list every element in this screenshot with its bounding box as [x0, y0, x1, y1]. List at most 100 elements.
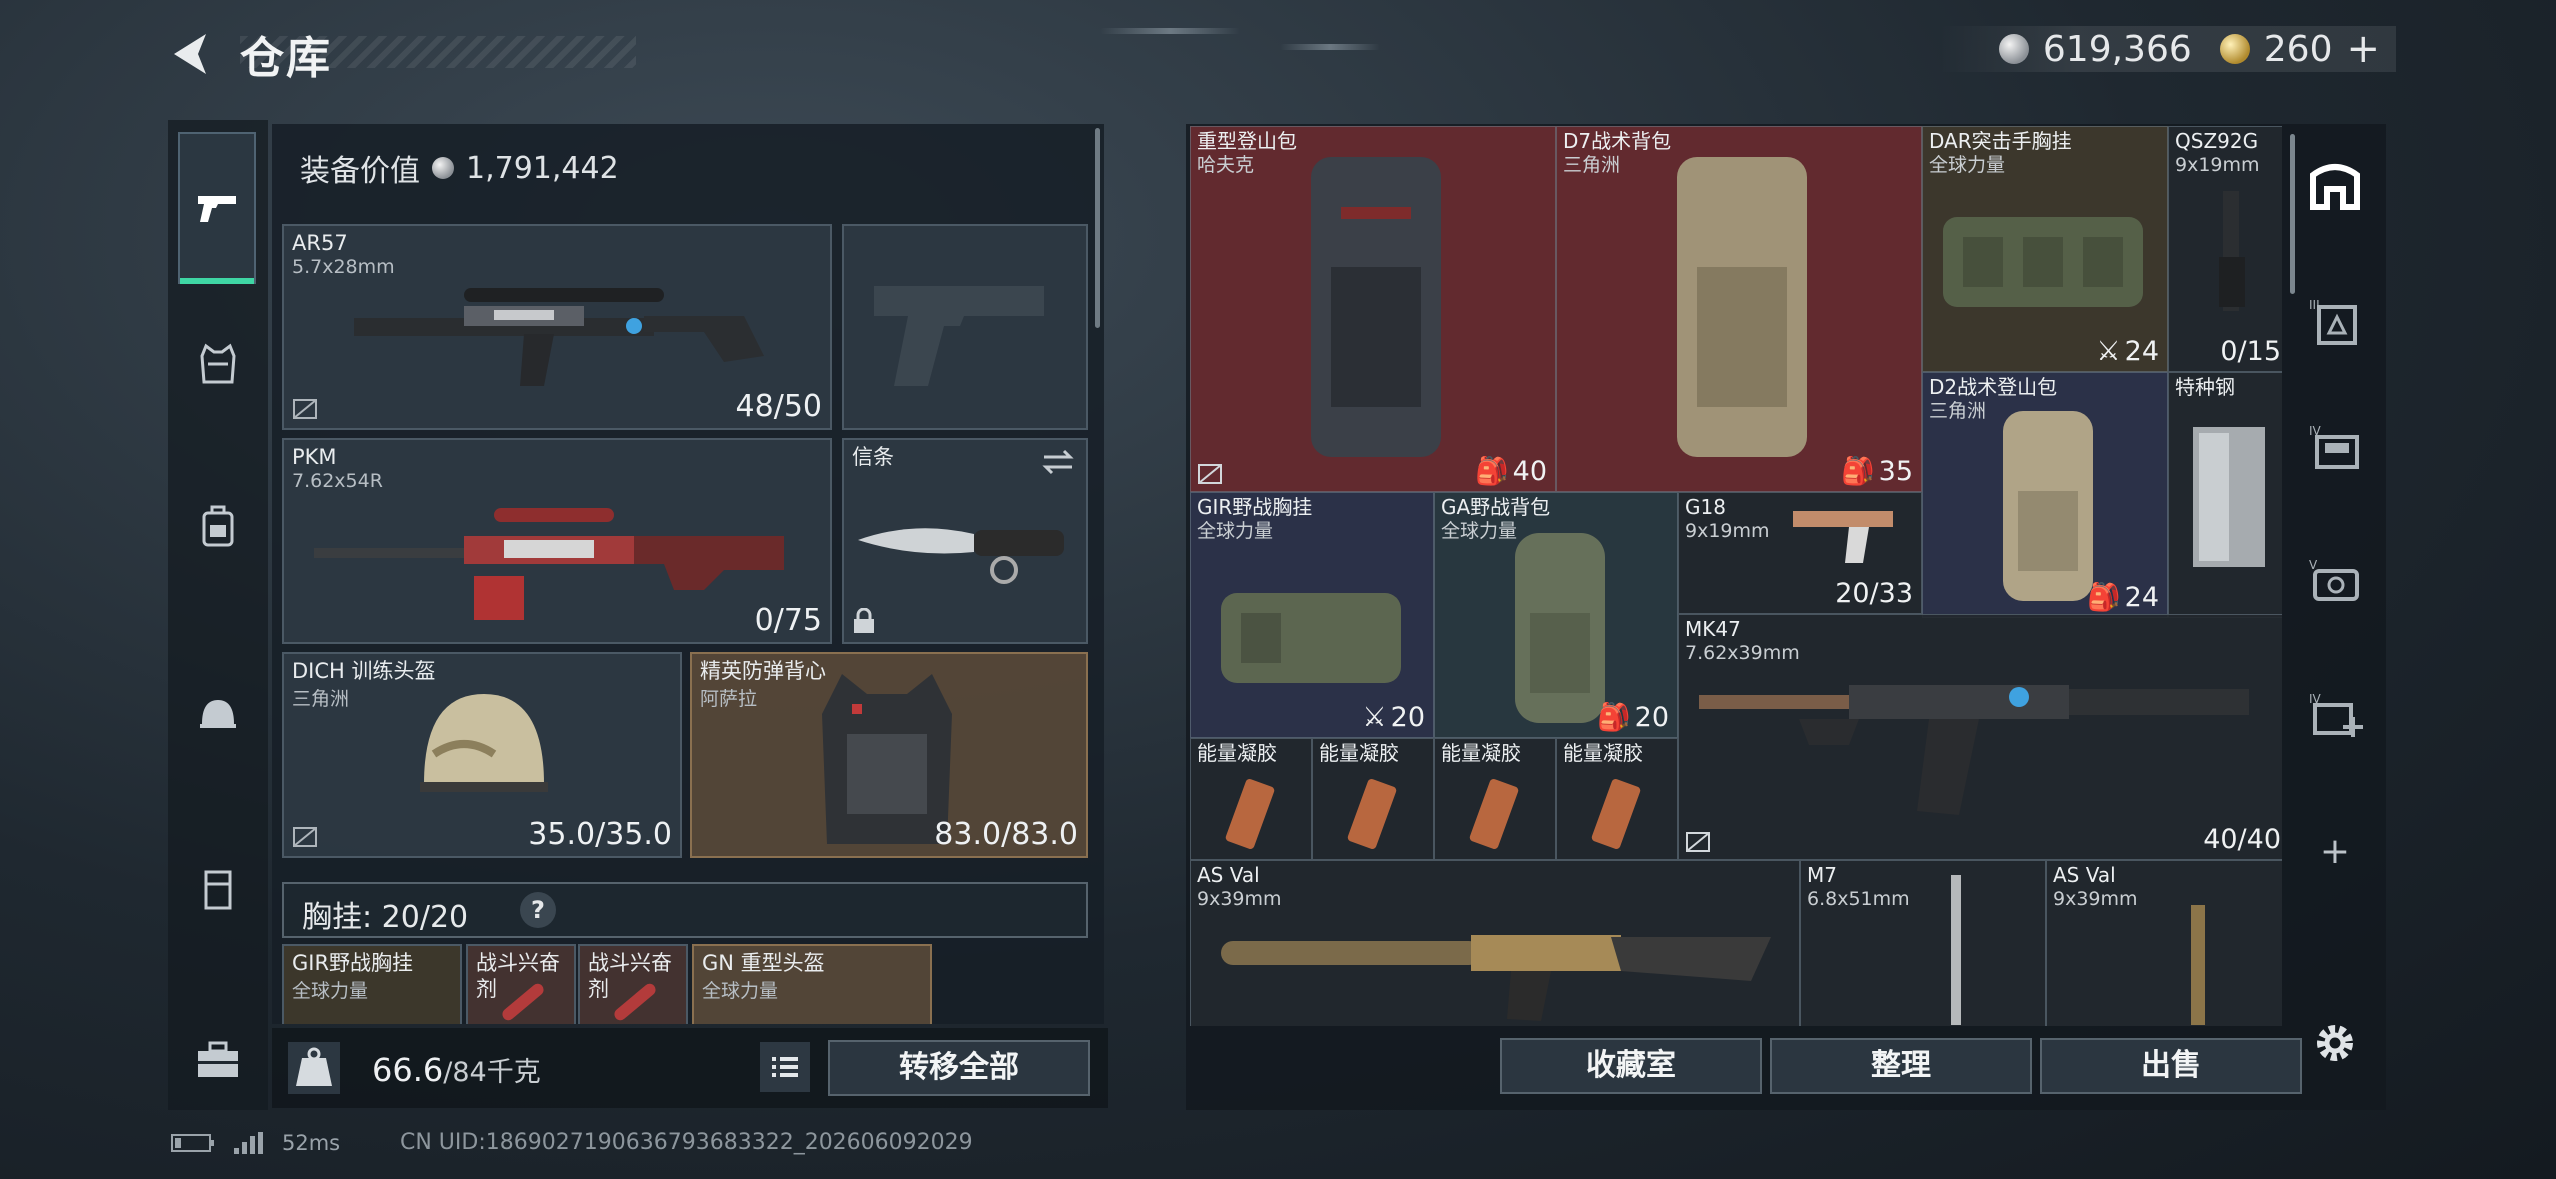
- tab-backpack[interactable]: [178, 486, 258, 566]
- stash-item[interactable]: 能量凝胶: [1190, 738, 1312, 860]
- stash-item[interactable]: G18 9x19mm 20/33: [1678, 492, 1922, 614]
- item-name: 精英防弹背心: [700, 659, 826, 683]
- item-name: G18: [1685, 495, 1726, 519]
- item-name: GIR野战胸挂: [292, 951, 414, 975]
- tab-stash-4[interactable]: IV: [2300, 412, 2370, 482]
- tab-stash-4-plus[interactable]: IV: [2300, 680, 2370, 750]
- backpack-image: [1311, 157, 1441, 457]
- stash-item[interactable]: 能量凝胶: [1434, 738, 1556, 860]
- settings-button[interactable]: [2300, 1008, 2370, 1078]
- current-weight: 66.6: [372, 1051, 444, 1089]
- tab-weapons[interactable]: [178, 132, 256, 284]
- ammo-count: 20/33: [1835, 578, 1913, 609]
- rifle-image: [1699, 685, 2249, 815]
- durability: 35.0/35.0: [528, 817, 672, 852]
- melee-slot[interactable]: 信条: [842, 438, 1088, 644]
- rig-item[interactable]: GIR野战胸挂 全球力量: [282, 944, 462, 1024]
- item-name: QSZ92G: [2175, 129, 2259, 153]
- silver-amount: 619,366: [2042, 28, 2192, 70]
- tab-stash-main[interactable]: [2300, 150, 2370, 220]
- sell-button[interactable]: 出售: [2040, 1038, 2302, 1094]
- toolbox-icon: [198, 1041, 238, 1077]
- stash-item[interactable]: AS Val 9x39mm: [2046, 860, 2282, 1026]
- stash-item[interactable]: M7 6.8x51mm: [1800, 860, 2046, 1026]
- user-id: CN UID:1869027190636793683322_2026060920…: [400, 1130, 973, 1155]
- back-button[interactable]: [166, 28, 214, 80]
- pistol-icon: [198, 196, 236, 222]
- capacity-value: 20: [1634, 701, 1669, 733]
- collection-button[interactable]: 收藏室: [1500, 1038, 1762, 1094]
- list-view-button[interactable]: [760, 1042, 810, 1092]
- item-origin: 全球力量: [702, 980, 779, 1002]
- item-name: AS Val: [1197, 863, 1260, 887]
- equipment-value-label: 装备价值: [300, 154, 420, 189]
- signal-icon: [234, 1132, 263, 1154]
- vest-capacity-icon: ⚔: [2096, 336, 2121, 367]
- scrollbar[interactable]: [1095, 128, 1100, 328]
- item-name: GA野战背包: [1441, 495, 1551, 519]
- backpack-image: [1677, 157, 1807, 457]
- chest-rig-label: 胸挂: 20/20: [302, 892, 468, 936]
- back-arrow-icon: [174, 34, 206, 74]
- tab-stash-5[interactable]: V: [2300, 546, 2370, 616]
- vest-icon: [200, 343, 236, 384]
- tab-stash-3[interactable]: III: [2300, 286, 2370, 356]
- item-name: AS Val: [2053, 863, 2116, 887]
- help-button[interactable]: ?: [520, 892, 556, 928]
- tab-toolbox[interactable]: [178, 1020, 258, 1100]
- stash-item[interactable]: 能量凝胶: [1312, 738, 1434, 860]
- ammo-count: 40/40: [2203, 824, 2281, 855]
- armor-slot[interactable]: 精英防弹背心 阿萨拉 83.0/83.0: [690, 652, 1088, 858]
- stash-item[interactable]: GA野战背包 全球力量 🎒 20: [1434, 492, 1678, 738]
- tab-helmet[interactable]: [178, 674, 258, 754]
- stash-item[interactable]: 重型登山包 哈夫克 🎒 40: [1190, 126, 1556, 492]
- swap-icon[interactable]: [1040, 448, 1076, 476]
- energy-gel-image: [1591, 778, 1641, 850]
- stash-item[interactable]: AS Val 9x39mm: [1190, 860, 1800, 1026]
- stash-item[interactable]: 能量凝胶: [1556, 738, 1678, 860]
- item-name: 特种钢: [2175, 375, 2235, 399]
- rig-item[interactable]: 战斗兴奋剂: [578, 944, 688, 1024]
- ammo-count: 48/50: [735, 389, 822, 424]
- capacity-value: 24: [2124, 336, 2159, 367]
- stash-item[interactable]: DAR突击手胸挂 全球力量 ⚔ 24: [1922, 126, 2168, 372]
- pistol-slot-empty[interactable]: [842, 224, 1088, 430]
- add-page-button[interactable]: +: [2300, 816, 2370, 886]
- capacity-value: 35: [1878, 455, 1913, 487]
- lock-icon: [854, 608, 874, 633]
- rig-item[interactable]: GN 重型头盔 全球力量: [692, 944, 932, 1024]
- add-currency-button[interactable]: +: [2346, 29, 2380, 69]
- stash-item[interactable]: GIR野战胸挂 全球力量 ⚔ 20: [1190, 492, 1434, 738]
- stash-icon: [2310, 164, 2360, 210]
- primary-weapon-slot[interactable]: AR57 5.7x28mm 48/50: [282, 224, 832, 430]
- page-title: 仓库: [240, 33, 332, 84]
- stash-item[interactable]: QSZ92G 9x19mm 0/15: [2168, 126, 2282, 372]
- transfer-all-button[interactable]: 转移全部: [828, 1040, 1090, 1096]
- chest-rig-image: [1943, 217, 2143, 307]
- equipment-value-amount: 1,791,442: [466, 150, 619, 186]
- item-caliber: 9x19mm: [2175, 154, 2260, 176]
- stash-item[interactable]: D7战术背包 三角洲 🎒 35: [1556, 126, 1922, 492]
- sort-button[interactable]: 整理: [1770, 1038, 2032, 1094]
- backpack-capacity-icon: 🎒: [1597, 702, 1631, 733]
- ammo-count: 0/75: [754, 603, 822, 638]
- tab-vest[interactable]: [178, 324, 258, 404]
- rig-item[interactable]: 战斗兴奋剂: [466, 944, 576, 1024]
- gold-amount: 260: [2263, 28, 2333, 70]
- item-name: AR57: [292, 231, 348, 255]
- stash-item[interactable]: 特种钢: [2168, 372, 2282, 618]
- capacity-count: 🎒 24: [2087, 581, 2159, 614]
- no-insure-icon: [1686, 832, 1710, 852]
- container-icon: IV: [2309, 424, 2359, 469]
- ping-value: 52ms: [282, 1131, 341, 1155]
- stash-item[interactable]: D2战术登山包 三角洲 🎒 24: [1922, 372, 2168, 618]
- list-icon: [772, 1057, 798, 1077]
- secondary-weapon-slot[interactable]: PKM 7.62x54R 0/75: [282, 438, 832, 644]
- no-insure-icon: [1198, 464, 1222, 484]
- helmet-slot[interactable]: DICH 训练头盔 三角洲 35.0/35.0: [282, 652, 682, 858]
- item-name: 能量凝胶: [1197, 741, 1277, 765]
- item-name: D7战术背包: [1563, 129, 1672, 153]
- machine-gun-image: [314, 508, 784, 620]
- tab-armor[interactable]: [178, 850, 258, 930]
- stash-item[interactable]: MK47 7.62x39mm 40/40: [1678, 614, 2282, 860]
